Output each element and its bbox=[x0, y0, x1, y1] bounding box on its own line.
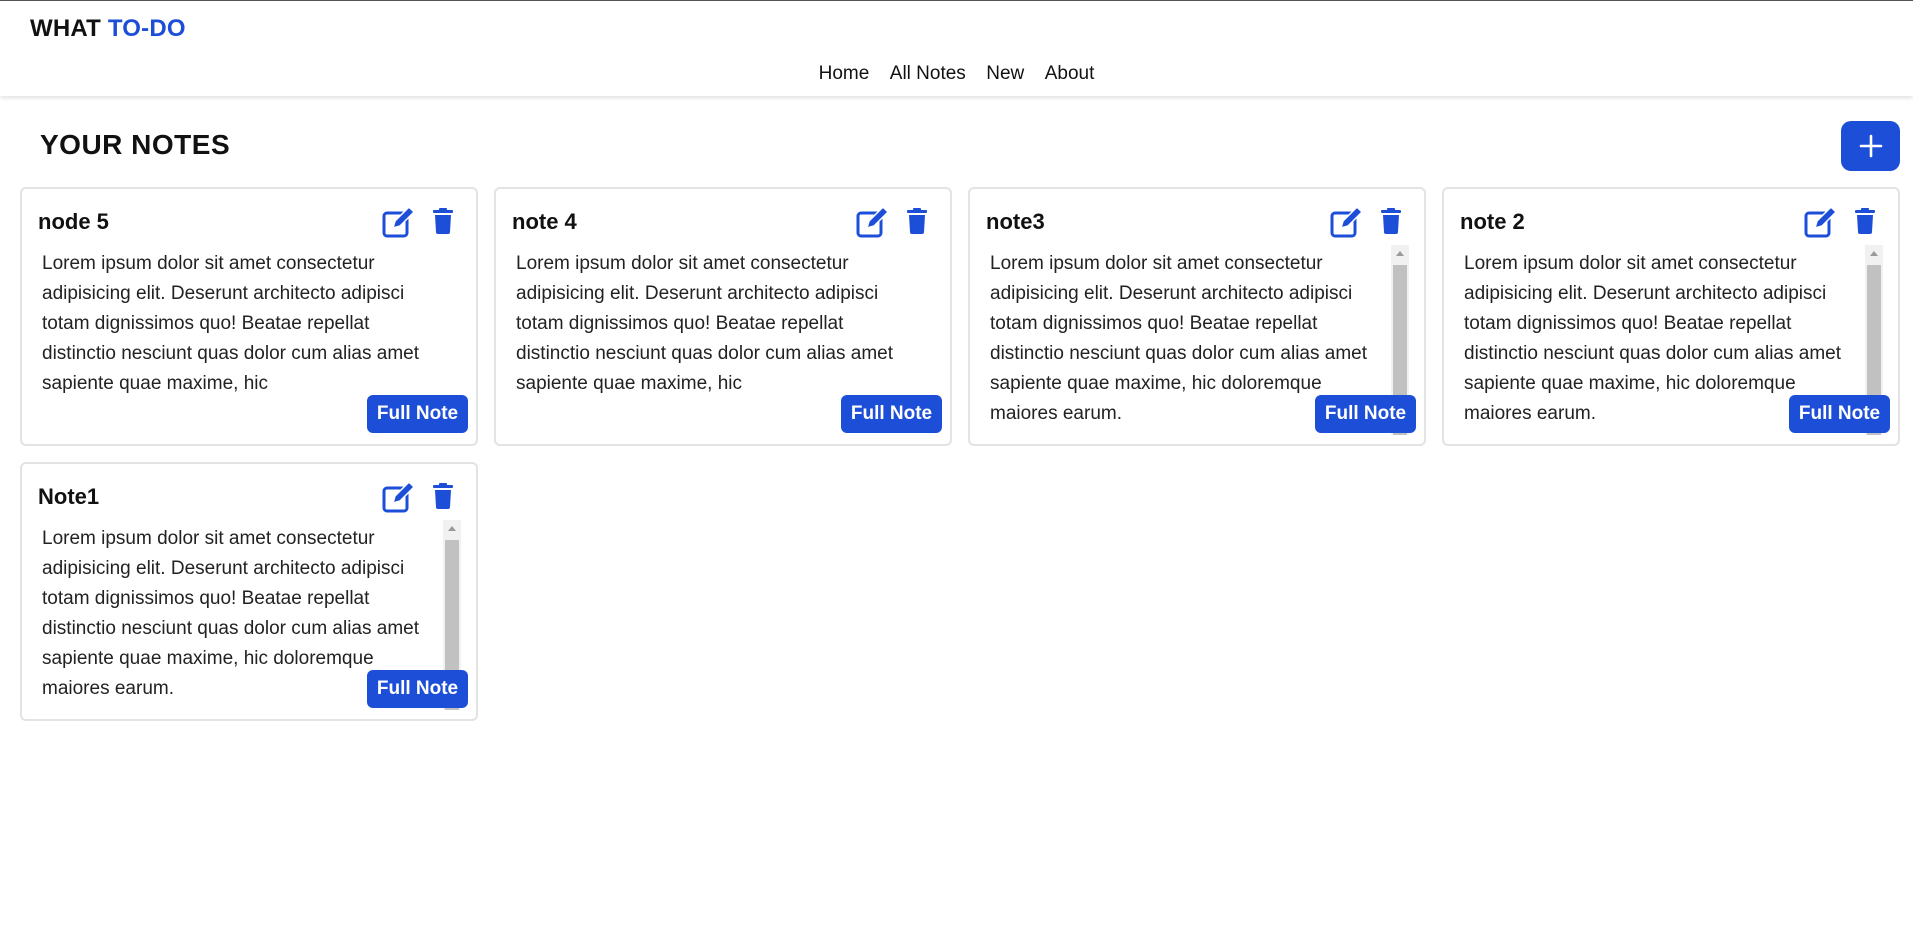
trash-icon bbox=[1855, 208, 1875, 234]
note-title: note 2 bbox=[1460, 209, 1525, 234]
plus-icon bbox=[1859, 134, 1882, 158]
main-nav: Home All Notes New About bbox=[0, 63, 1913, 85]
note-card: note3 Lorem ipsum dolor sit amet consect… bbox=[968, 187, 1426, 446]
full-note-button[interactable]: Full Note bbox=[367, 670, 468, 708]
brand-part2: TO-DO bbox=[107, 15, 186, 42]
add-note-button[interactable] bbox=[1841, 121, 1900, 171]
nav-link-about[interactable]: About bbox=[1045, 63, 1095, 85]
note-card: note 4 Lorem ipsum dolor sit amet consec… bbox=[494, 187, 952, 446]
edit-note-button[interactable] bbox=[382, 205, 416, 243]
nav-link-all-notes[interactable]: All Notes bbox=[890, 63, 966, 85]
trash-icon bbox=[433, 208, 453, 234]
note-title: note 4 bbox=[512, 209, 577, 234]
scroll-up-arrow-icon[interactable] bbox=[448, 526, 456, 531]
page-title: YOUR NOTES bbox=[40, 129, 231, 160]
nav-link-new[interactable]: New bbox=[986, 63, 1024, 85]
edit-icon bbox=[1330, 205, 1364, 238]
trash-icon bbox=[433, 483, 453, 509]
trash-icon bbox=[1381, 208, 1401, 234]
note-card: Note1 Lorem ipsum dolor sit amet consect… bbox=[20, 462, 478, 721]
edit-note-button[interactable] bbox=[1804, 205, 1838, 243]
full-note-button[interactable]: Full Note bbox=[1789, 395, 1890, 433]
brand-part1: WHAT bbox=[30, 15, 101, 42]
navbar: WHAT TO-DO Home All Notes New About bbox=[0, 1, 1913, 96]
full-note-button[interactable]: Full Note bbox=[367, 395, 468, 433]
edit-note-button[interactable] bbox=[382, 480, 416, 518]
scroll-up-arrow-icon[interactable] bbox=[1396, 251, 1404, 256]
full-note-button[interactable]: Full Note bbox=[1315, 395, 1416, 433]
edit-note-button[interactable] bbox=[1330, 205, 1364, 243]
delete-note-button[interactable] bbox=[432, 208, 454, 239]
nav-link-home[interactable]: Home bbox=[819, 63, 870, 85]
edit-note-button[interactable] bbox=[856, 205, 890, 243]
edit-icon bbox=[382, 205, 416, 238]
delete-note-button[interactable] bbox=[1380, 208, 1402, 239]
edit-icon bbox=[1804, 205, 1838, 238]
edit-icon bbox=[382, 480, 416, 513]
note-title: Note1 bbox=[38, 484, 100, 509]
full-note-button[interactable]: Full Note bbox=[841, 395, 942, 433]
scroll-up-arrow-icon[interactable] bbox=[1870, 251, 1878, 256]
note-title: note3 bbox=[986, 209, 1045, 234]
edit-icon bbox=[856, 205, 890, 238]
note-title: node 5 bbox=[38, 209, 109, 234]
delete-note-button[interactable] bbox=[906, 208, 928, 239]
delete-note-button[interactable] bbox=[432, 483, 454, 514]
brand-logo[interactable]: WHAT TO-DO bbox=[30, 15, 186, 43]
trash-icon bbox=[907, 208, 927, 234]
delete-note-button[interactable] bbox=[1854, 208, 1876, 239]
note-card: node 5 Lorem ipsum dolor sit amet consec… bbox=[20, 187, 478, 446]
note-card: note 2 Lorem ipsum dolor sit amet consec… bbox=[1442, 187, 1900, 446]
